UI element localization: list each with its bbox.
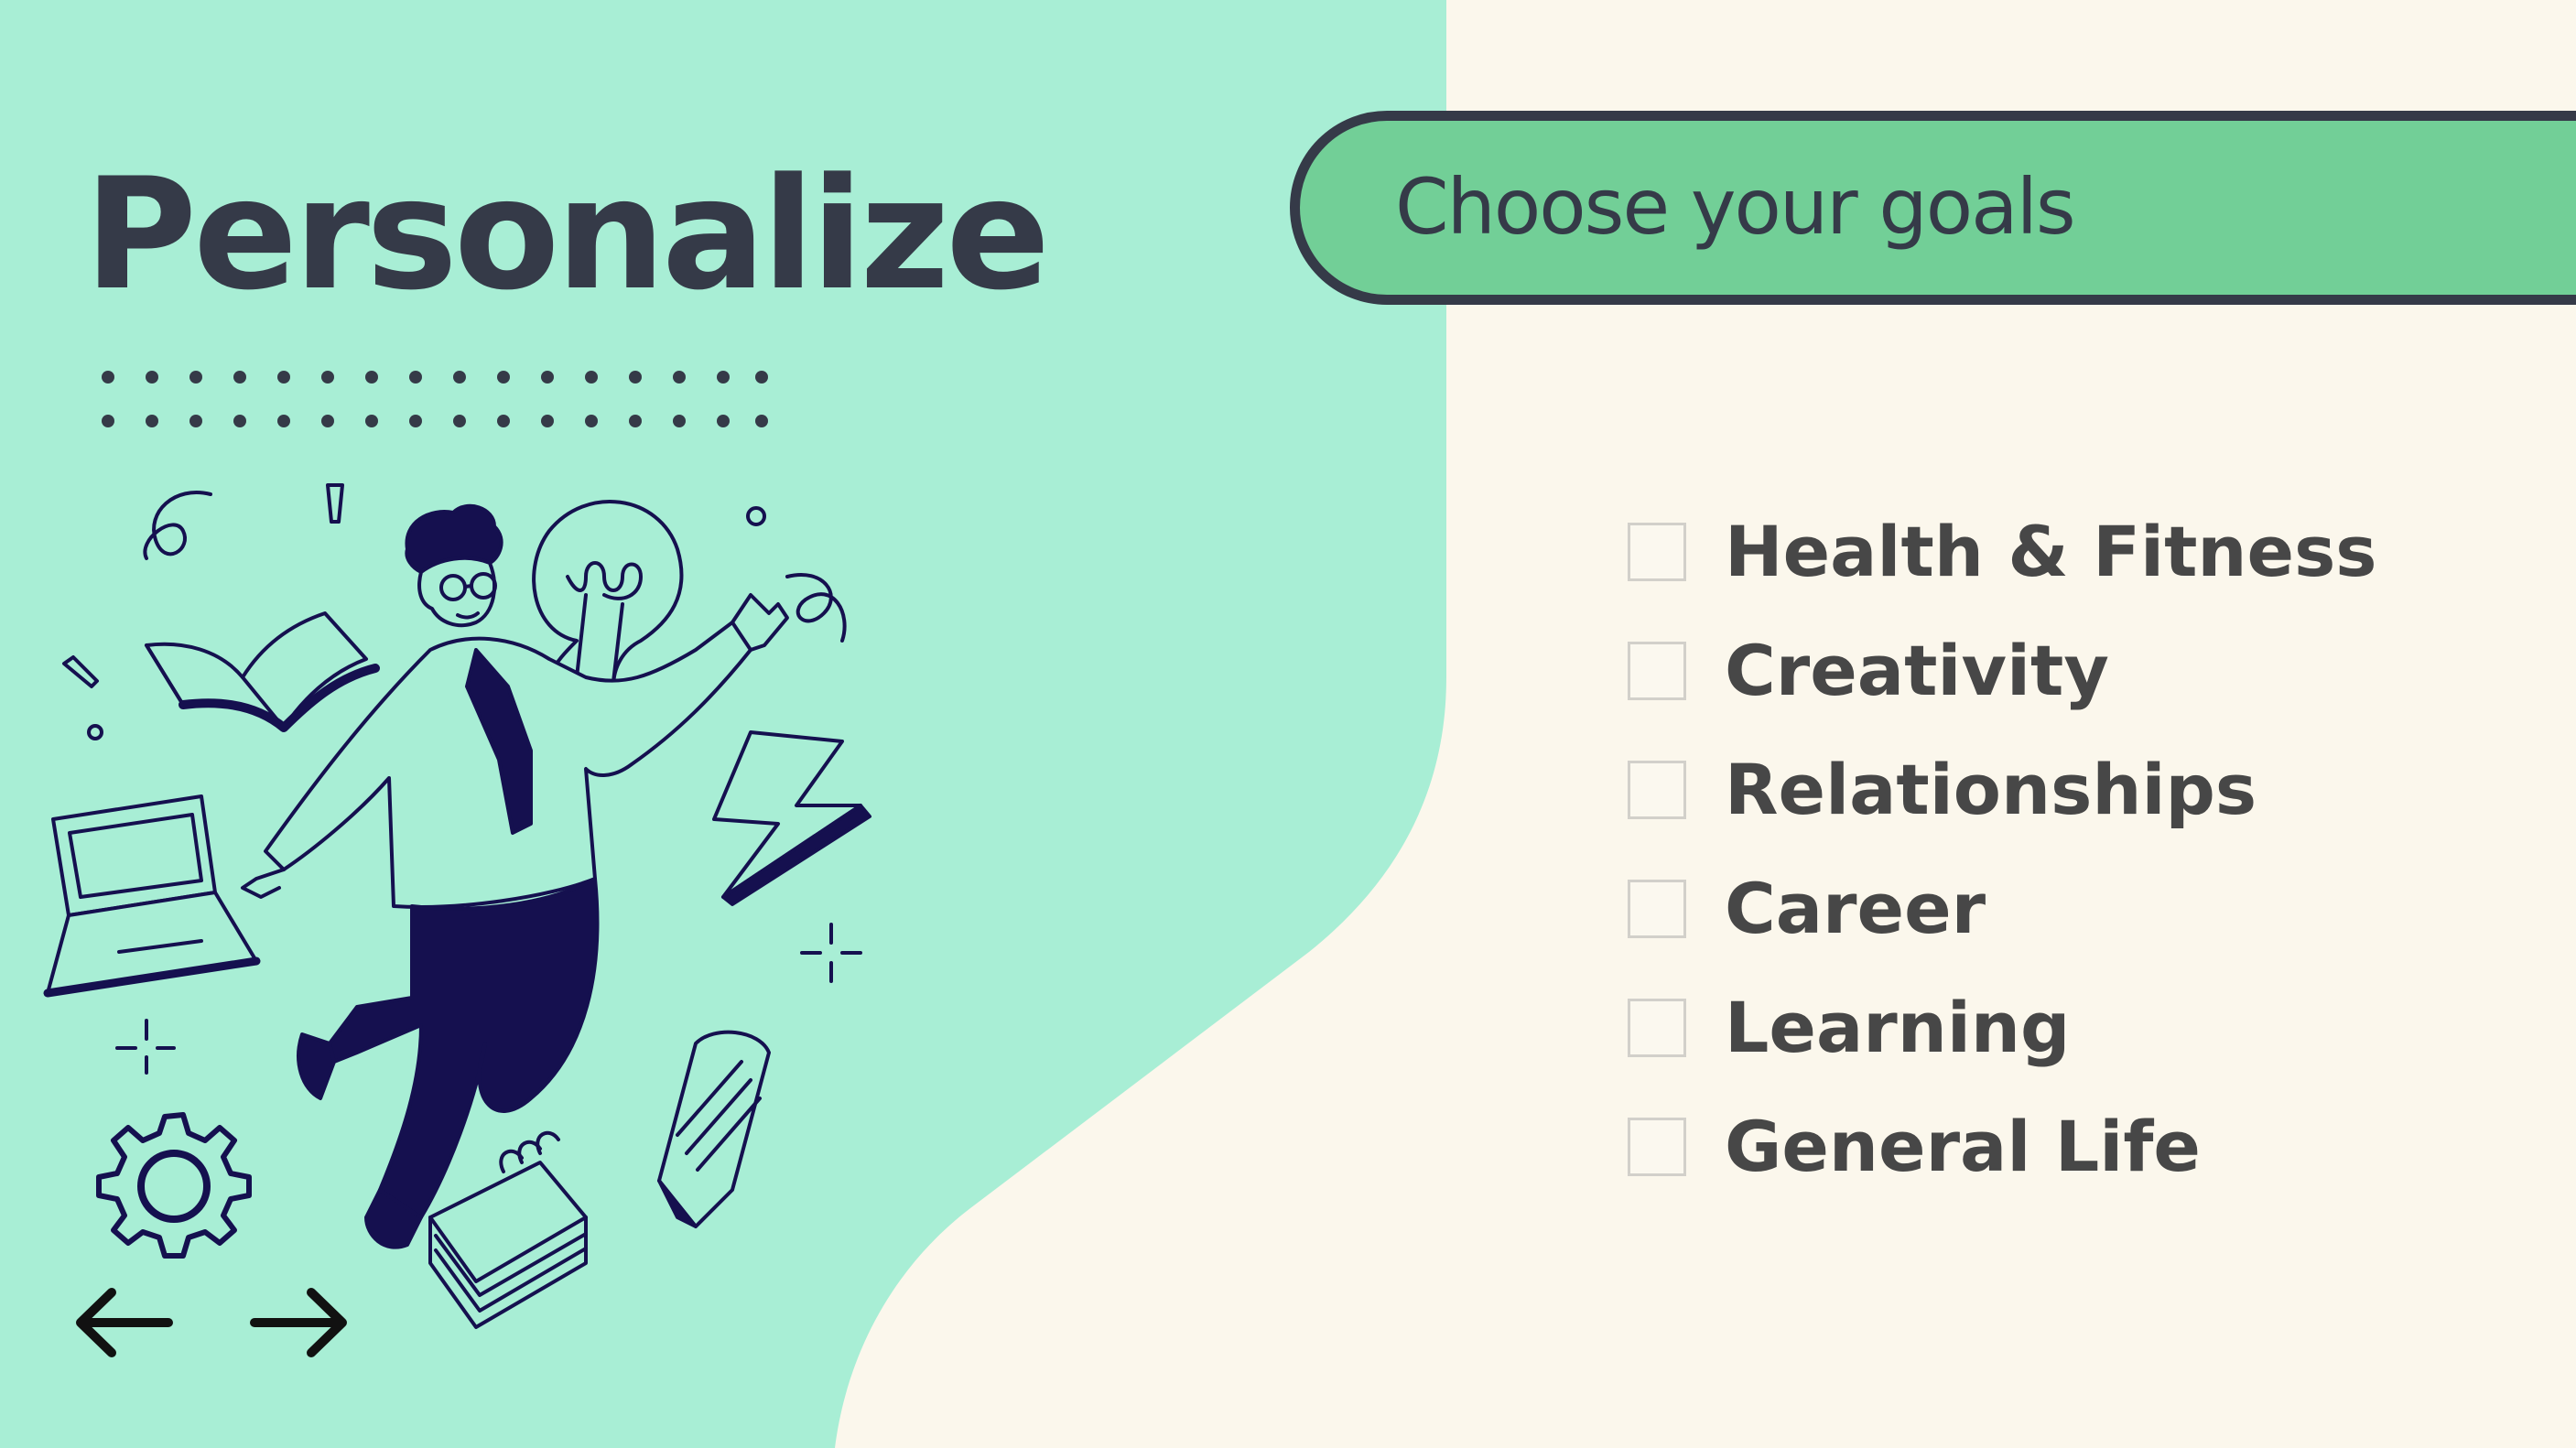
notepad-icon bbox=[428, 1130, 588, 1329]
exclamation-icon bbox=[326, 483, 344, 524]
goal-option-general-life[interactable]: General Life bbox=[1628, 1087, 2377, 1206]
goal-label: Creativity bbox=[1725, 630, 2109, 711]
goal-option-career[interactable]: Career bbox=[1628, 849, 2377, 968]
dot-grid-decoration bbox=[102, 371, 768, 427]
checkbox[interactable] bbox=[1628, 1118, 1686, 1176]
banner-title: Choose your goals bbox=[1395, 162, 2076, 252]
goal-label: General Life bbox=[1725, 1106, 2201, 1187]
arrow-right-icon[interactable] bbox=[245, 1281, 355, 1364]
goal-label: Career bbox=[1725, 868, 1986, 949]
goal-label: Learning bbox=[1725, 987, 2071, 1068]
pencil-icon bbox=[657, 1030, 771, 1228]
exclamation-left-icon bbox=[62, 655, 99, 688]
checkbox[interactable] bbox=[1628, 761, 1686, 819]
person-illustration bbox=[43, 483, 871, 1329]
checkbox[interactable] bbox=[1628, 642, 1686, 700]
goals-checklist: Health & Fitness Creativity Relationship… bbox=[1628, 492, 2377, 1206]
checkbox[interactable] bbox=[1628, 523, 1686, 581]
goal-option-creativity[interactable]: Creativity bbox=[1628, 611, 2377, 730]
swirl-icon bbox=[785, 573, 847, 643]
small-circle-icon bbox=[746, 506, 766, 526]
goal-label: Health & Fitness bbox=[1725, 511, 2377, 592]
goal-option-learning[interactable]: Learning bbox=[1628, 968, 2377, 1087]
gear-icon bbox=[96, 1112, 252, 1259]
laptop-icon bbox=[43, 794, 261, 998]
book-icon bbox=[145, 611, 380, 732]
checkbox[interactable] bbox=[1628, 999, 1686, 1057]
goal-label: Relationships bbox=[1725, 749, 2257, 830]
checkbox[interactable] bbox=[1628, 880, 1686, 938]
goal-option-health-fitness[interactable]: Health & Fitness bbox=[1628, 492, 2377, 611]
squiggle-icon bbox=[143, 491, 212, 560]
goal-option-relationships[interactable]: Relationships bbox=[1628, 730, 2377, 849]
lightning-icon bbox=[712, 730, 871, 906]
arrow-left-icon[interactable] bbox=[68, 1281, 178, 1364]
goals-banner: Choose your goals bbox=[1290, 111, 2576, 305]
page-title: Personalize bbox=[84, 145, 1050, 324]
